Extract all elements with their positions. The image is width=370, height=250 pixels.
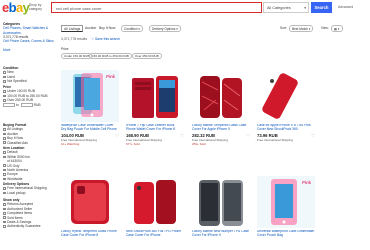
delivery-options-filter[interactable]: Delivery Options ▾ (149, 25, 181, 32)
tab-all-listings[interactable]: All Listings (61, 25, 84, 32)
product-image-wallet-case[interactable] (126, 70, 184, 122)
checkbox[interactable] (3, 75, 6, 79)
watch-heart-icon[interactable]: ♡ (246, 133, 250, 138)
checkbox[interactable] (3, 212, 6, 215)
search-input[interactable]: red cell phone case cover (51, 2, 262, 13)
product-title[interactable]: Case for Apple iPhone X 8 7 6S Plus Cove… (257, 124, 315, 132)
search-button[interactable]: Search (311, 2, 332, 13)
max-price-input[interactable] (20, 102, 33, 107)
chevron-down-icon: ▾ (337, 27, 340, 31)
checkbox[interactable] (3, 141, 6, 144)
save-search-link[interactable]: Save this search (95, 37, 120, 41)
checkbox[interactable] (3, 207, 6, 211)
condition-filter[interactable]: Condition ▾ (121, 25, 143, 32)
product-sold-count: 259+ Sold (192, 142, 206, 146)
watch-heart-icon[interactable]: ♡ (180, 133, 184, 138)
category-link[interactable]: Cell Phones, Smart Watches & Accessories (3, 26, 55, 34)
color-tag: Pink (302, 180, 311, 185)
radio[interactable] (3, 151, 6, 154)
checkbox[interactable] (3, 191, 6, 195)
product-image-bumper-case[interactable] (192, 176, 250, 228)
product-price: 104.00 RUB (61, 132, 85, 138)
category-link[interactable]: Cell Phone Cases, Covers & Skins (3, 39, 55, 47)
chevron-down-icon: ▾ (304, 6, 306, 10)
checkbox[interactable] (3, 94, 6, 98)
buying-option[interactable]: Classified Ads (3, 141, 55, 145)
tab-buy-it-now[interactable]: Buy It Now (97, 25, 117, 32)
checkbox[interactable] (3, 203, 6, 206)
category-select[interactable]: All Categories ▾ (263, 2, 309, 13)
checkbox[interactable] (3, 225, 6, 228)
results-info: 3,371,778 results ♡ Save this search (61, 37, 120, 41)
product-watch-count: 10+ Watching (61, 142, 80, 146)
radio[interactable] (3, 164, 6, 167)
heart-icon: ♡ (90, 37, 95, 41)
show-only-option[interactable]: Authenticity Guarantee (3, 224, 55, 228)
grid-icon: ▦ (334, 27, 338, 31)
price-range: to RUB (3, 103, 55, 107)
price-chip[interactable]: 150.00 RUB to 250.00 RUB (89, 53, 132, 59)
checkbox[interactable] (3, 90, 6, 93)
price-chip[interactable]: Over 250.00 RUB (132, 53, 162, 59)
product-title[interactable]: Waterproof Case Underwater Cover Dry Bag… (61, 124, 119, 132)
watch-heart-icon[interactable]: ♡ (115, 133, 119, 138)
product-image-marble-case[interactable] (192, 70, 250, 122)
results-toolbar: All Listings Auction Buy It Now Conditio… (59, 24, 370, 34)
product-title[interactable]: iPhone 7 Flip Case Leather Book Phone Wa… (126, 124, 184, 132)
price-chip[interactable]: Under 150.00 RUB (61, 53, 93, 59)
color-tag: Pink (106, 74, 115, 79)
product-image-hybrid-glass-case[interactable] (61, 176, 119, 228)
checkbox[interactable] (3, 216, 6, 219)
chevron-down-icon: ▾ (176, 27, 178, 31)
checkbox[interactable] (3, 128, 6, 131)
chevron-down-icon: ▾ (308, 27, 311, 31)
product-image-waterproof-pouch[interactable]: Pink (61, 70, 119, 122)
checkbox[interactable] (3, 220, 6, 224)
product-shipping: Free International Shipping (257, 138, 294, 142)
ebay-logo[interactable]: ebay (2, 1, 30, 14)
product-price: 282.32 RUB (192, 132, 216, 138)
product-image-tpu-case[interactable] (126, 176, 184, 228)
product-title[interactable]: Luxury Marble New Bumper TPU Case Cover … (192, 230, 250, 238)
product-title[interactable]: Universal Waterproof Case Underwater Cov… (257, 230, 315, 238)
radio[interactable] (3, 168, 6, 172)
product-title[interactable]: Luxury Marble Tempered Glass Case Cover … (192, 124, 250, 132)
header: ebay Shop by category red cell phone cas… (0, 0, 370, 22)
checkbox[interactable] (3, 187, 6, 190)
shop-by-category[interactable]: Shop by category (29, 3, 42, 11)
watch-heart-icon[interactable]: ♡ (311, 133, 315, 138)
more-link[interactable]: More (3, 48, 55, 52)
sidebar: Categories Cell Phones, Smart Watches & … (0, 22, 57, 250)
view-label: View: (321, 26, 329, 30)
result-count: 3,371,778 results (61, 37, 88, 41)
product-title[interactable]: New ShockProof 360 Full TPU Phone Case C… (126, 230, 184, 238)
chevron-down-icon: ▾ (138, 27, 140, 31)
product-price: 168.90 RUB (126, 132, 150, 138)
view-select[interactable]: ▦ ▾ (331, 25, 343, 32)
checkbox[interactable] (3, 71, 6, 74)
checkbox[interactable] (3, 80, 6, 83)
checkbox[interactable] (3, 132, 6, 136)
location-option[interactable]: Worldwide (3, 177, 55, 181)
checkbox[interactable] (3, 99, 6, 102)
delivery-option[interactable]: Local pickup (3, 191, 55, 195)
sort-select[interactable]: Best Match ▾ (289, 25, 314, 32)
product-title[interactable]: Luxury Hybrid Tempered Glass Phone Case … (61, 230, 119, 238)
checkbox[interactable] (3, 137, 6, 140)
radio[interactable] (3, 177, 6, 181)
advanced-search-link[interactable]: Advanced (338, 5, 353, 9)
min-price-input[interactable] (3, 102, 15, 107)
product-image-universal-pouch[interactable]: Pink (257, 176, 315, 228)
condition-option[interactable]: Not Specified (3, 79, 55, 83)
product-sold-count: 677+ Sold (126, 142, 140, 146)
radio[interactable] (3, 173, 6, 176)
sort-label: Sort: (280, 26, 287, 30)
product-image-red-slim-case[interactable] (257, 70, 315, 122)
search-input-value: red cell phone case cover (56, 6, 102, 11)
radio[interactable] (3, 155, 6, 159)
price-filter-label: Price (61, 47, 69, 51)
product-price: 73.96 RUB (257, 132, 278, 138)
